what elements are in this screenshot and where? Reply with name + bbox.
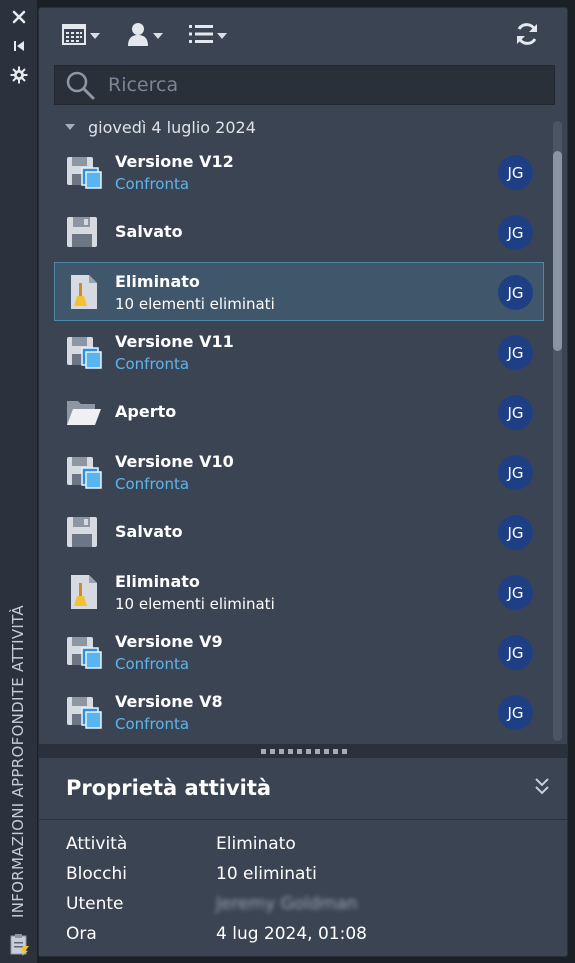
user-filter-icon [127, 22, 149, 50]
refresh-button[interactable] [514, 22, 540, 50]
activity-row[interactable]: Eliminato 10 elementi eliminati JG [54, 562, 544, 621]
property-value: 4 lug 2024, 01:08 [216, 924, 367, 944]
user-avatar[interactable]: JG [498, 215, 533, 250]
refresh-icon [514, 21, 540, 51]
activity-row[interactable]: Versione V10 Confronta JG [54, 442, 544, 501]
activity-title: Versione V8 [115, 692, 223, 711]
activity-title: Versione V9 [115, 632, 223, 651]
scrollbar-thumb[interactable] [553, 151, 562, 351]
activity-panel: Ricerca giovedì 4 luglio 2024 Versione V… [38, 7, 568, 957]
property-value: Eliminato [216, 834, 296, 854]
panel-vertical-title: INFORMAZIONI APPROFONDITE ATTIVITÀ [9, 605, 27, 918]
chevron-down-icon [153, 33, 163, 39]
compare-link[interactable]: Confronta [115, 715, 189, 733]
collapse-panel-icon[interactable] [9, 36, 29, 56]
compare-link[interactable]: Confronta [115, 655, 189, 673]
side-strip: INFORMAZIONI APPROFONDITE ATTIVITÀ [0, 0, 38, 963]
user-avatar[interactable]: JG [498, 395, 533, 430]
activity-title: Eliminato [115, 272, 200, 291]
save-icon [65, 513, 103, 551]
chevron-down-icon [90, 33, 100, 39]
activity-row[interactable]: Eliminato 10 elementi eliminati JG [54, 262, 544, 321]
version-icon [65, 453, 103, 491]
clipboard-icon[interactable] [9, 932, 31, 956]
activity-row[interactable]: Versione V12 Confronta JG [54, 142, 544, 201]
user-avatar[interactable]: JG [498, 635, 533, 670]
activity-row[interactable]: Versione V9 Confronta JG [54, 622, 544, 681]
version-icon [65, 693, 103, 731]
compare-link[interactable]: Confronta [115, 355, 189, 373]
compare-link[interactable]: Confronta [115, 175, 189, 193]
erase-icon [65, 573, 103, 611]
user-avatar[interactable]: JG [498, 575, 533, 610]
user-filter-button[interactable] [127, 22, 163, 50]
activity-title: Eliminato [115, 572, 200, 591]
activity-title: Aperto [115, 402, 177, 421]
activity-title: Versione V12 [115, 152, 234, 171]
chevron-down-icon [217, 33, 227, 39]
property-label: Blocchi [66, 864, 127, 884]
property-label: Utente [66, 894, 124, 914]
version-icon [65, 633, 103, 671]
list-view-icon [189, 24, 213, 48]
calendar-filter-button[interactable] [62, 22, 100, 50]
activity-title: Versione V11 [115, 332, 234, 351]
search-input[interactable]: Ricerca [54, 65, 555, 105]
list-scrollbar[interactable] [553, 121, 562, 741]
panel-splitter-handle[interactable] [39, 744, 567, 758]
activity-list: giovedì 4 luglio 2024 Versione V12 Confro… [39, 112, 567, 742]
property-label: Attività [66, 834, 128, 854]
user-avatar[interactable]: JG [498, 515, 533, 550]
activity-title: Versione V10 [115, 452, 234, 471]
activity-row[interactable]: Versione V11 Confronta JG [54, 322, 544, 381]
date-group-header[interactable]: giovedì 4 luglio 2024 [65, 115, 256, 139]
user-avatar[interactable]: JG [498, 695, 533, 730]
chevron-down-icon [65, 124, 75, 130]
erase-icon [65, 273, 103, 311]
user-avatar[interactable]: JG [498, 455, 533, 490]
properties-title: Proprietà attività [66, 776, 272, 800]
property-value-redacted: Jeremy Goldman [216, 894, 358, 914]
folder-open-icon [65, 393, 103, 431]
properties-section: Proprietà attività Attività Eliminato Bl… [39, 758, 567, 956]
activity-detail: 10 elementi eliminati [115, 295, 275, 313]
save-icon [65, 213, 103, 251]
search-placeholder: Ricerca [108, 74, 179, 96]
compare-link[interactable]: Confronta [115, 475, 189, 493]
activity-row[interactable]: Aperto JG [54, 382, 544, 441]
activity-row[interactable]: Salvato JG [54, 202, 544, 261]
user-avatar[interactable]: JG [498, 335, 533, 370]
settings-icon[interactable] [9, 65, 29, 85]
property-value: 10 eliminati [216, 864, 317, 884]
user-avatar[interactable]: JG [498, 155, 533, 190]
activity-detail: 10 elementi eliminati [115, 595, 275, 613]
date-group-label: giovedì 4 luglio 2024 [88, 117, 256, 137]
properties-header[interactable]: Proprietà attività [39, 758, 567, 820]
calendar-icon [62, 23, 86, 49]
user-avatar[interactable]: JG [498, 275, 533, 310]
activity-row[interactable]: Versione V8 Confronta JG [54, 682, 544, 741]
list-view-button[interactable] [189, 22, 227, 50]
activity-title: Salvato [115, 222, 183, 241]
version-icon [65, 153, 103, 191]
activity-row[interactable]: Salvato JG [54, 502, 544, 561]
search-icon [65, 70, 95, 100]
close-icon[interactable] [9, 7, 29, 27]
toolbar [39, 8, 567, 63]
collapse-chevron-icon[interactable] [533, 776, 551, 800]
activity-title: Salvato [115, 522, 183, 541]
version-icon [65, 333, 103, 371]
property-label: Ora [66, 924, 97, 944]
